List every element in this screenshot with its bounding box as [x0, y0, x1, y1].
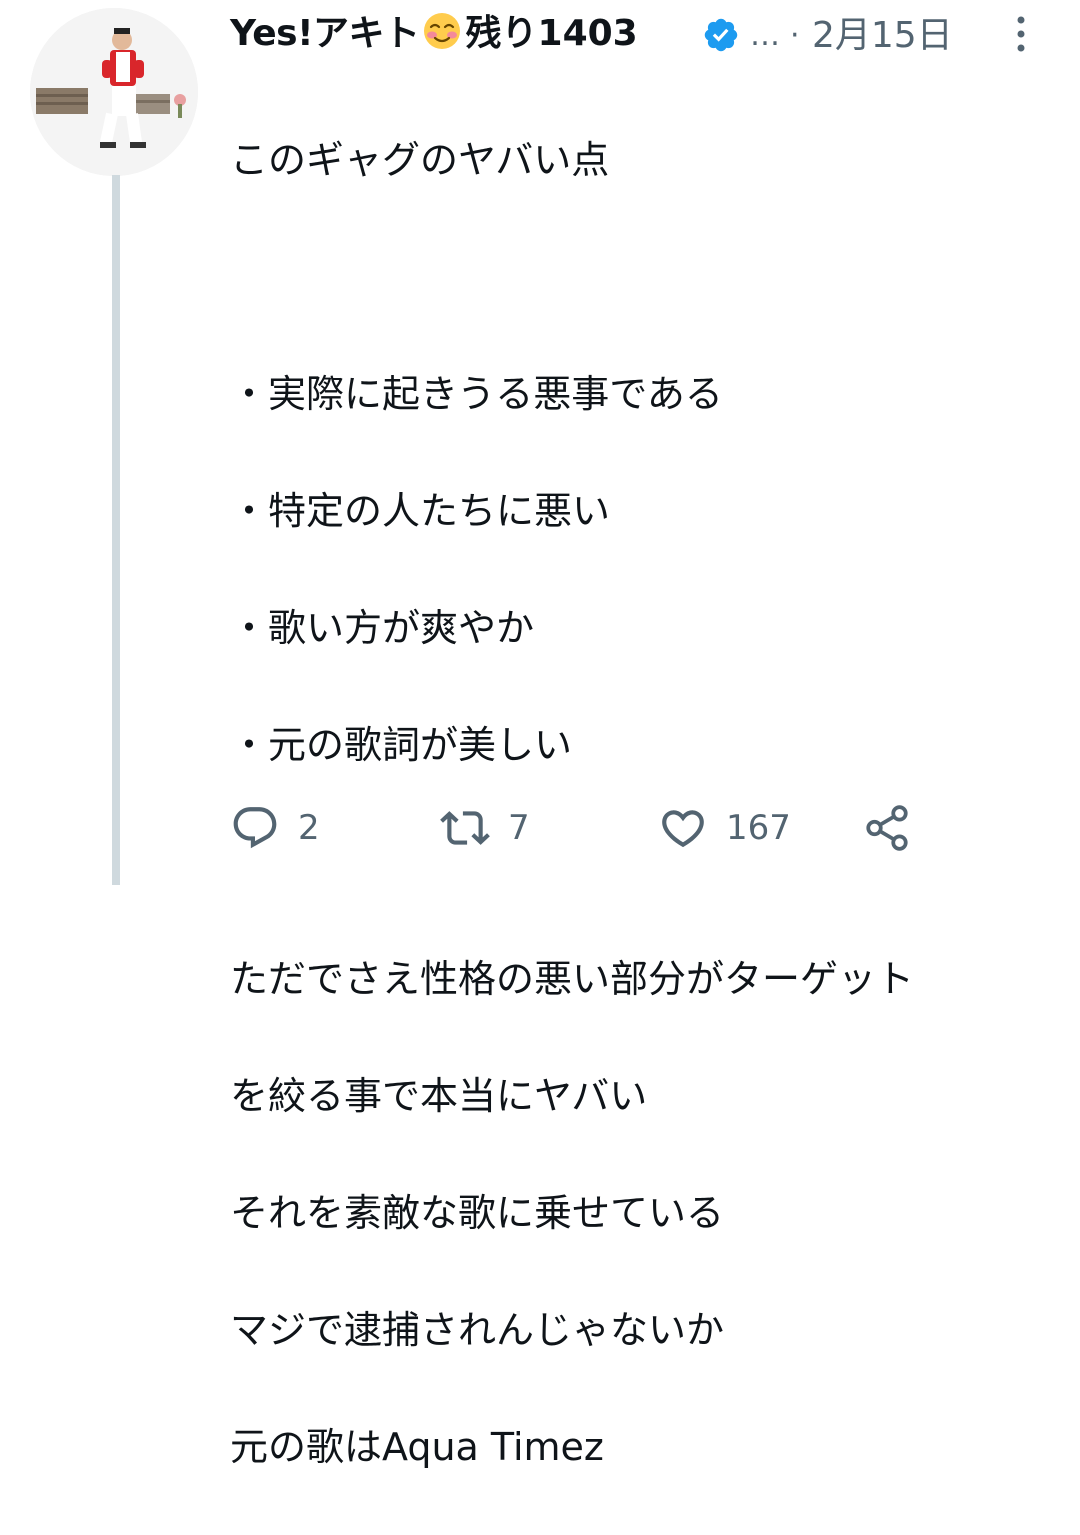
- tweet-line: ただでさえ性格の悪い部分がターゲット: [230, 956, 915, 1001]
- display-name-text: Yes!アキト: [230, 13, 420, 54]
- reply-icon: [233, 807, 277, 849]
- reply-button[interactable]: 2: [230, 796, 320, 860]
- tweet-line: ・元の歌詞が美しい: [230, 722, 573, 767]
- tweet-line: ・特定の人たちに悪い: [230, 488, 611, 533]
- more-options-icon[interactable]: [1006, 10, 1036, 58]
- separator-dot: ·: [790, 18, 800, 53]
- retweet-count: 7: [508, 808, 530, 848]
- avatar-photo: [30, 8, 198, 176]
- retweet-button[interactable]: 7: [440, 796, 530, 860]
- tweet-line: 元の歌はAqua Timez: [230, 1424, 604, 1469]
- avatar[interactable]: [30, 8, 198, 176]
- like-count: 167: [726, 808, 791, 848]
- display-name-suffix: 残り1403: [465, 13, 638, 54]
- smiling-face-emoji-icon: [423, 13, 460, 49]
- reply-count: 2: [298, 808, 320, 848]
- action-bar: 2 7 167: [230, 796, 1080, 860]
- display-name[interactable]: Yes!アキト 残り1403: [230, 10, 638, 58]
- heart-icon: [662, 810, 704, 848]
- tweet-header: Yes!アキト 残り1403 … · 2月15日: [230, 8, 1080, 60]
- tweet-line: を絞る事で本当にヤバい: [230, 1073, 648, 1118]
- tweet-card[interactable]: Yes!アキト 残り1403 … · 2月15日 このギャグのヤバい点 ・実際に…: [0, 0, 1080, 1469]
- like-button[interactable]: 167: [658, 796, 791, 860]
- tweet-line: ・実際に起きうる悪事である: [230, 371, 723, 416]
- thread-line: [112, 175, 120, 885]
- name-overflow-ellipsis: …: [750, 18, 782, 53]
- retweet-icon: [440, 811, 490, 845]
- tweet-line: それを素敵な歌に乗せている: [230, 1190, 725, 1235]
- share-icon: [866, 805, 908, 851]
- tweet-line: このギャグのヤバい点: [230, 137, 610, 182]
- verified-badge-icon: [704, 18, 738, 52]
- tweet-line: マジで逮捕されんじゃないか: [230, 1307, 725, 1352]
- share-button[interactable]: [862, 796, 912, 860]
- tweet-date[interactable]: 2月15日: [812, 12, 953, 60]
- tweet-line: ・歌い方が爽やか: [230, 605, 535, 650]
